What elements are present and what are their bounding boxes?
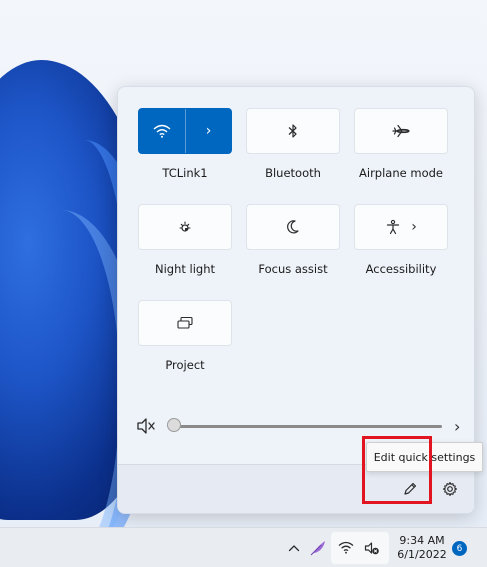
airplane-mode-tile[interactable]	[354, 108, 448, 154]
accessibility-tile[interactable]: ›	[354, 204, 448, 250]
wifi-networks-button[interactable]: ›	[184, 109, 231, 153]
project-tile[interactable]	[138, 300, 232, 346]
accessibility-tile-label: Accessibility	[365, 262, 437, 276]
chevron-right-icon: ›	[205, 123, 212, 139]
airplane-mode-tile-label: Airplane mode	[359, 166, 443, 180]
chevron-right-icon: ›	[411, 219, 417, 235]
wifi-tile-label: TCLink1	[162, 166, 208, 180]
wifi-tile[interactable]: ›	[138, 108, 232, 154]
speaker-muted-icon[interactable]	[136, 416, 156, 436]
settings-button[interactable]	[437, 476, 463, 502]
wifi-icon	[338, 541, 354, 554]
focus-assist-tile[interactable]	[246, 204, 340, 250]
bluetooth-icon	[288, 124, 297, 138]
volume-control: ›	[136, 415, 460, 437]
volume-slider-thumb[interactable]	[167, 418, 181, 432]
chevron-up-icon	[288, 545, 300, 552]
feather-app-button[interactable]	[306, 528, 330, 567]
feather-icon	[310, 541, 325, 556]
airplane-icon	[392, 124, 410, 138]
night-light-tile-label: Night light	[154, 262, 216, 276]
focus-assist-tile-label: Focus assist	[258, 262, 328, 276]
project-tile-label: Project	[165, 358, 205, 372]
taskbar: 9:34 AM 6/1/2022 6	[0, 527, 487, 567]
bluetooth-tile[interactable]	[246, 108, 340, 154]
network-volume-tray[interactable]	[331, 532, 389, 564]
show-hidden-icons-button[interactable]	[284, 528, 304, 567]
clock-date: 6/1/2022	[397, 548, 447, 561]
gear-icon	[442, 481, 458, 497]
chevron-right-icon[interactable]: ›	[454, 417, 460, 436]
wifi-toggle[interactable]	[139, 109, 185, 153]
night-light-tile[interactable]	[138, 204, 232, 250]
project-icon	[177, 316, 193, 329]
night-light-icon	[179, 221, 191, 232]
volume-slider-track[interactable]	[174, 425, 442, 428]
highlight-annotation	[362, 436, 432, 504]
clock[interactable]: 9:34 AM 6/1/2022	[393, 534, 451, 562]
wifi-icon	[153, 124, 171, 138]
moon-icon	[287, 220, 299, 234]
accessibility-icon	[387, 219, 400, 235]
bluetooth-tile-label: Bluetooth	[265, 166, 321, 180]
speaker-muted-icon	[364, 542, 379, 555]
clock-time: 9:34 AM	[399, 534, 445, 547]
notification-badge[interactable]: 6	[452, 541, 467, 556]
